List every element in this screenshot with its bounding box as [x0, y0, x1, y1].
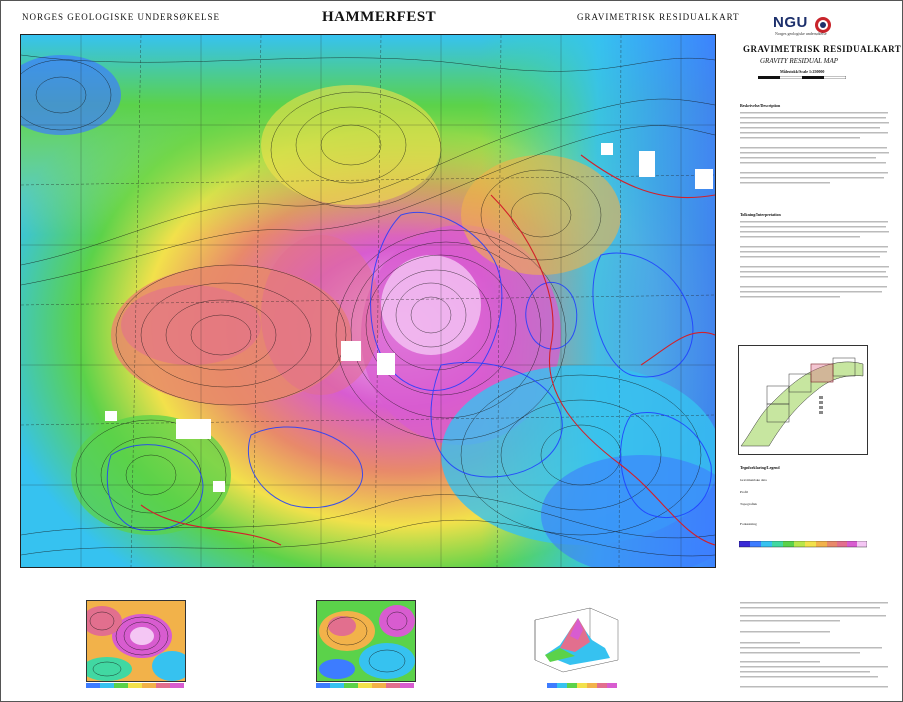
legend-profile: Profil	[740, 490, 748, 494]
mini-colorbar-regional	[86, 683, 184, 688]
header-map-type: GRAVIMETRISK RESIDUALKART	[577, 12, 740, 22]
scale-label: Målestokk/Scale 1:250000	[780, 69, 825, 74]
logo-text: NGU	[773, 14, 808, 31]
map-canvas	[21, 35, 715, 567]
section-heading-legend: Tegnforklaring/Legend	[740, 465, 780, 470]
mini-map-bouguer-canvas	[317, 601, 415, 681]
mini-colorbar-3d	[547, 683, 617, 688]
panel-subtitle: GRAVITY RESIDUAL MAP	[760, 57, 839, 65]
panel-title: GRAVIMETRISK RESIDUALKART	[743, 44, 902, 54]
gravity-residual-map[interactable]	[20, 34, 716, 568]
mini-map-bouguer	[316, 600, 416, 682]
mini-colorbar-bouguer	[316, 683, 414, 688]
legend-topographic: Topografisk	[740, 502, 757, 506]
legend-gravimetric-data: Gravimetriske data	[740, 478, 767, 482]
header-map-name: HAMMERFEST	[322, 9, 437, 25]
index-map-canvas	[740, 357, 864, 447]
section-heading-interpretation: Tolkning/Interpretation	[740, 212, 781, 217]
header-institution: NORGES GEOLOGISKE UNDERSØKELSE	[22, 12, 220, 22]
mini-map-3d-surface	[530, 600, 620, 680]
text-block-interpretation	[740, 221, 889, 298]
logo-subtitle: Norges geologiske undersøkelse	[775, 31, 827, 36]
mini-map-regional	[86, 600, 186, 682]
section-heading-description: Beskrivelse/Description	[740, 103, 781, 108]
text-block-description	[740, 112, 889, 184]
text-block-references	[740, 602, 888, 688]
mini-map-3d-canvas	[534, 607, 619, 673]
gravity-colorbar	[739, 541, 867, 548]
scale-bar	[758, 76, 846, 79]
mini-map-regional-canvas	[87, 601, 185, 681]
index-map	[738, 345, 868, 455]
legend-fault: Forkastning	[740, 522, 757, 526]
